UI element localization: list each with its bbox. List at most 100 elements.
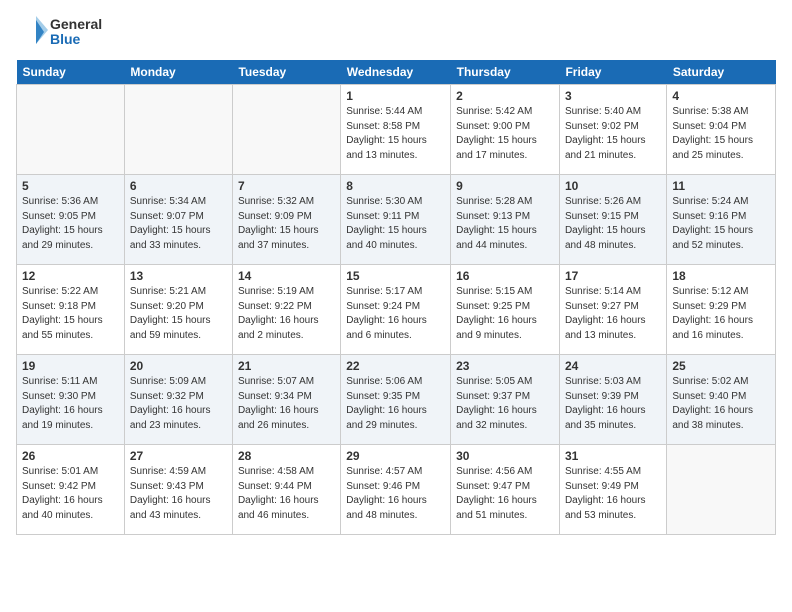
day-info: Sunrise: 5:21 AMSunset: 9:20 PMDaylight:… bbox=[130, 285, 227, 343]
calendar-cell: 8 Sunrise: 5:30 AMSunset: 9:11 PMDayligh… bbox=[341, 175, 451, 265]
day-info: Sunrise: 5:26 AMSunset: 9:15 PMDaylight:… bbox=[565, 195, 661, 253]
calendar-cell: 22 Sunrise: 5:06 AMSunset: 9:35 PMDaylig… bbox=[341, 355, 451, 445]
day-number: 13 bbox=[130, 269, 227, 283]
day-info: Sunrise: 5:19 AMSunset: 9:22 PMDaylight:… bbox=[238, 285, 335, 343]
day-number: 31 bbox=[565, 449, 661, 463]
calendar-cell: 30 Sunrise: 4:56 AMSunset: 9:47 PMDaylig… bbox=[451, 445, 560, 535]
day-header: Wednesday bbox=[341, 60, 451, 85]
day-info: Sunrise: 4:59 AMSunset: 9:43 PMDaylight:… bbox=[130, 465, 227, 523]
day-number: 21 bbox=[238, 359, 335, 373]
day-info: Sunrise: 4:57 AMSunset: 9:46 PMDaylight:… bbox=[346, 465, 445, 523]
calendar-cell: 12 Sunrise: 5:22 AMSunset: 9:18 PMDaylig… bbox=[17, 265, 125, 355]
page-header: General Blue bbox=[16, 16, 776, 48]
day-header: Monday bbox=[124, 60, 232, 85]
day-number: 14 bbox=[238, 269, 335, 283]
day-number: 18 bbox=[672, 269, 770, 283]
day-number: 29 bbox=[346, 449, 445, 463]
day-number: 10 bbox=[565, 179, 661, 193]
calendar-cell: 20 Sunrise: 5:09 AMSunset: 9:32 PMDaylig… bbox=[124, 355, 232, 445]
calendar-cell: 16 Sunrise: 5:15 AMSunset: 9:25 PMDaylig… bbox=[451, 265, 560, 355]
day-info: Sunrise: 5:32 AMSunset: 9:09 PMDaylight:… bbox=[238, 195, 335, 253]
calendar-cell: 3 Sunrise: 5:40 AMSunset: 9:02 PMDayligh… bbox=[559, 85, 666, 175]
day-info: Sunrise: 4:56 AMSunset: 9:47 PMDaylight:… bbox=[456, 465, 554, 523]
day-number: 4 bbox=[672, 89, 770, 103]
day-number: 15 bbox=[346, 269, 445, 283]
day-number: 30 bbox=[456, 449, 554, 463]
day-header: Saturday bbox=[667, 60, 776, 85]
day-number: 12 bbox=[22, 269, 119, 283]
day-info: Sunrise: 5:11 AMSunset: 9:30 PMDaylight:… bbox=[22, 375, 119, 433]
calendar-cell: 19 Sunrise: 5:11 AMSunset: 9:30 PMDaylig… bbox=[17, 355, 125, 445]
day-number: 17 bbox=[565, 269, 661, 283]
calendar-cell: 10 Sunrise: 5:26 AMSunset: 9:15 PMDaylig… bbox=[559, 175, 666, 265]
day-info: Sunrise: 5:15 AMSunset: 9:25 PMDaylight:… bbox=[456, 285, 554, 343]
day-header: Tuesday bbox=[232, 60, 340, 85]
logo: General Blue bbox=[16, 16, 102, 48]
calendar-cell bbox=[17, 85, 125, 175]
calendar-cell: 29 Sunrise: 4:57 AMSunset: 9:46 PMDaylig… bbox=[341, 445, 451, 535]
calendar-cell: 9 Sunrise: 5:28 AMSunset: 9:13 PMDayligh… bbox=[451, 175, 560, 265]
day-info: Sunrise: 4:55 AMSunset: 9:49 PMDaylight:… bbox=[565, 465, 661, 523]
calendar-cell: 24 Sunrise: 5:03 AMSunset: 9:39 PMDaylig… bbox=[559, 355, 666, 445]
day-info: Sunrise: 5:07 AMSunset: 9:34 PMDaylight:… bbox=[238, 375, 335, 433]
day-number: 16 bbox=[456, 269, 554, 283]
day-number: 7 bbox=[238, 179, 335, 193]
day-number: 5 bbox=[22, 179, 119, 193]
day-number: 11 bbox=[672, 179, 770, 193]
calendar-cell bbox=[232, 85, 340, 175]
day-info: Sunrise: 5:40 AMSunset: 9:02 PMDaylight:… bbox=[565, 105, 661, 163]
day-info: Sunrise: 5:36 AMSunset: 9:05 PMDaylight:… bbox=[22, 195, 119, 253]
day-number: 27 bbox=[130, 449, 227, 463]
day-info: Sunrise: 5:09 AMSunset: 9:32 PMDaylight:… bbox=[130, 375, 227, 433]
day-info: Sunrise: 5:38 AMSunset: 9:04 PMDaylight:… bbox=[672, 105, 770, 163]
calendar-cell: 23 Sunrise: 5:05 AMSunset: 9:37 PMDaylig… bbox=[451, 355, 560, 445]
calendar-cell: 28 Sunrise: 4:58 AMSunset: 9:44 PMDaylig… bbox=[232, 445, 340, 535]
day-info: Sunrise: 5:44 AMSunset: 8:58 PMDaylight:… bbox=[346, 105, 445, 163]
day-number: 24 bbox=[565, 359, 661, 373]
calendar-cell: 1 Sunrise: 5:44 AMSunset: 8:58 PMDayligh… bbox=[341, 85, 451, 175]
calendar-cell: 15 Sunrise: 5:17 AMSunset: 9:24 PMDaylig… bbox=[341, 265, 451, 355]
day-number: 20 bbox=[130, 359, 227, 373]
calendar-cell: 25 Sunrise: 5:02 AMSunset: 9:40 PMDaylig… bbox=[667, 355, 776, 445]
day-info: Sunrise: 5:14 AMSunset: 9:27 PMDaylight:… bbox=[565, 285, 661, 343]
day-header: Thursday bbox=[451, 60, 560, 85]
calendar-cell: 7 Sunrise: 5:32 AMSunset: 9:09 PMDayligh… bbox=[232, 175, 340, 265]
calendar-cell: 31 Sunrise: 4:55 AMSunset: 9:49 PMDaylig… bbox=[559, 445, 666, 535]
day-info: Sunrise: 5:30 AMSunset: 9:11 PMDaylight:… bbox=[346, 195, 445, 253]
calendar-cell: 14 Sunrise: 5:19 AMSunset: 9:22 PMDaylig… bbox=[232, 265, 340, 355]
day-number: 25 bbox=[672, 359, 770, 373]
calendar-cell: 18 Sunrise: 5:12 AMSunset: 9:29 PMDaylig… bbox=[667, 265, 776, 355]
day-info: Sunrise: 5:06 AMSunset: 9:35 PMDaylight:… bbox=[346, 375, 445, 433]
day-number: 8 bbox=[346, 179, 445, 193]
day-number: 26 bbox=[22, 449, 119, 463]
calendar-cell: 5 Sunrise: 5:36 AMSunset: 9:05 PMDayligh… bbox=[17, 175, 125, 265]
calendar-cell: 6 Sunrise: 5:34 AMSunset: 9:07 PMDayligh… bbox=[124, 175, 232, 265]
day-info: Sunrise: 5:02 AMSunset: 9:40 PMDaylight:… bbox=[672, 375, 770, 433]
day-number: 3 bbox=[565, 89, 661, 103]
day-info: Sunrise: 5:42 AMSunset: 9:00 PMDaylight:… bbox=[456, 105, 554, 163]
day-info: Sunrise: 5:34 AMSunset: 9:07 PMDaylight:… bbox=[130, 195, 227, 253]
day-number: 19 bbox=[22, 359, 119, 373]
day-number: 1 bbox=[346, 89, 445, 103]
calendar-cell: 26 Sunrise: 5:01 AMSunset: 9:42 PMDaylig… bbox=[17, 445, 125, 535]
day-number: 28 bbox=[238, 449, 335, 463]
calendar-cell bbox=[124, 85, 232, 175]
calendar-cell: 17 Sunrise: 5:14 AMSunset: 9:27 PMDaylig… bbox=[559, 265, 666, 355]
day-info: Sunrise: 5:17 AMSunset: 9:24 PMDaylight:… bbox=[346, 285, 445, 343]
day-number: 22 bbox=[346, 359, 445, 373]
day-info: Sunrise: 4:58 AMSunset: 9:44 PMDaylight:… bbox=[238, 465, 335, 523]
calendar-cell: 2 Sunrise: 5:42 AMSunset: 9:00 PMDayligh… bbox=[451, 85, 560, 175]
day-number: 9 bbox=[456, 179, 554, 193]
calendar-cell bbox=[667, 445, 776, 535]
day-number: 2 bbox=[456, 89, 554, 103]
day-info: Sunrise: 5:05 AMSunset: 9:37 PMDaylight:… bbox=[456, 375, 554, 433]
calendar-cell: 4 Sunrise: 5:38 AMSunset: 9:04 PMDayligh… bbox=[667, 85, 776, 175]
day-header: Sunday bbox=[17, 60, 125, 85]
day-header: Friday bbox=[559, 60, 666, 85]
day-info: Sunrise: 5:28 AMSunset: 9:13 PMDaylight:… bbox=[456, 195, 554, 253]
day-number: 23 bbox=[456, 359, 554, 373]
day-info: Sunrise: 5:03 AMSunset: 9:39 PMDaylight:… bbox=[565, 375, 661, 433]
day-info: Sunrise: 5:24 AMSunset: 9:16 PMDaylight:… bbox=[672, 195, 770, 253]
day-number: 6 bbox=[130, 179, 227, 193]
day-info: Sunrise: 5:01 AMSunset: 9:42 PMDaylight:… bbox=[22, 465, 119, 523]
